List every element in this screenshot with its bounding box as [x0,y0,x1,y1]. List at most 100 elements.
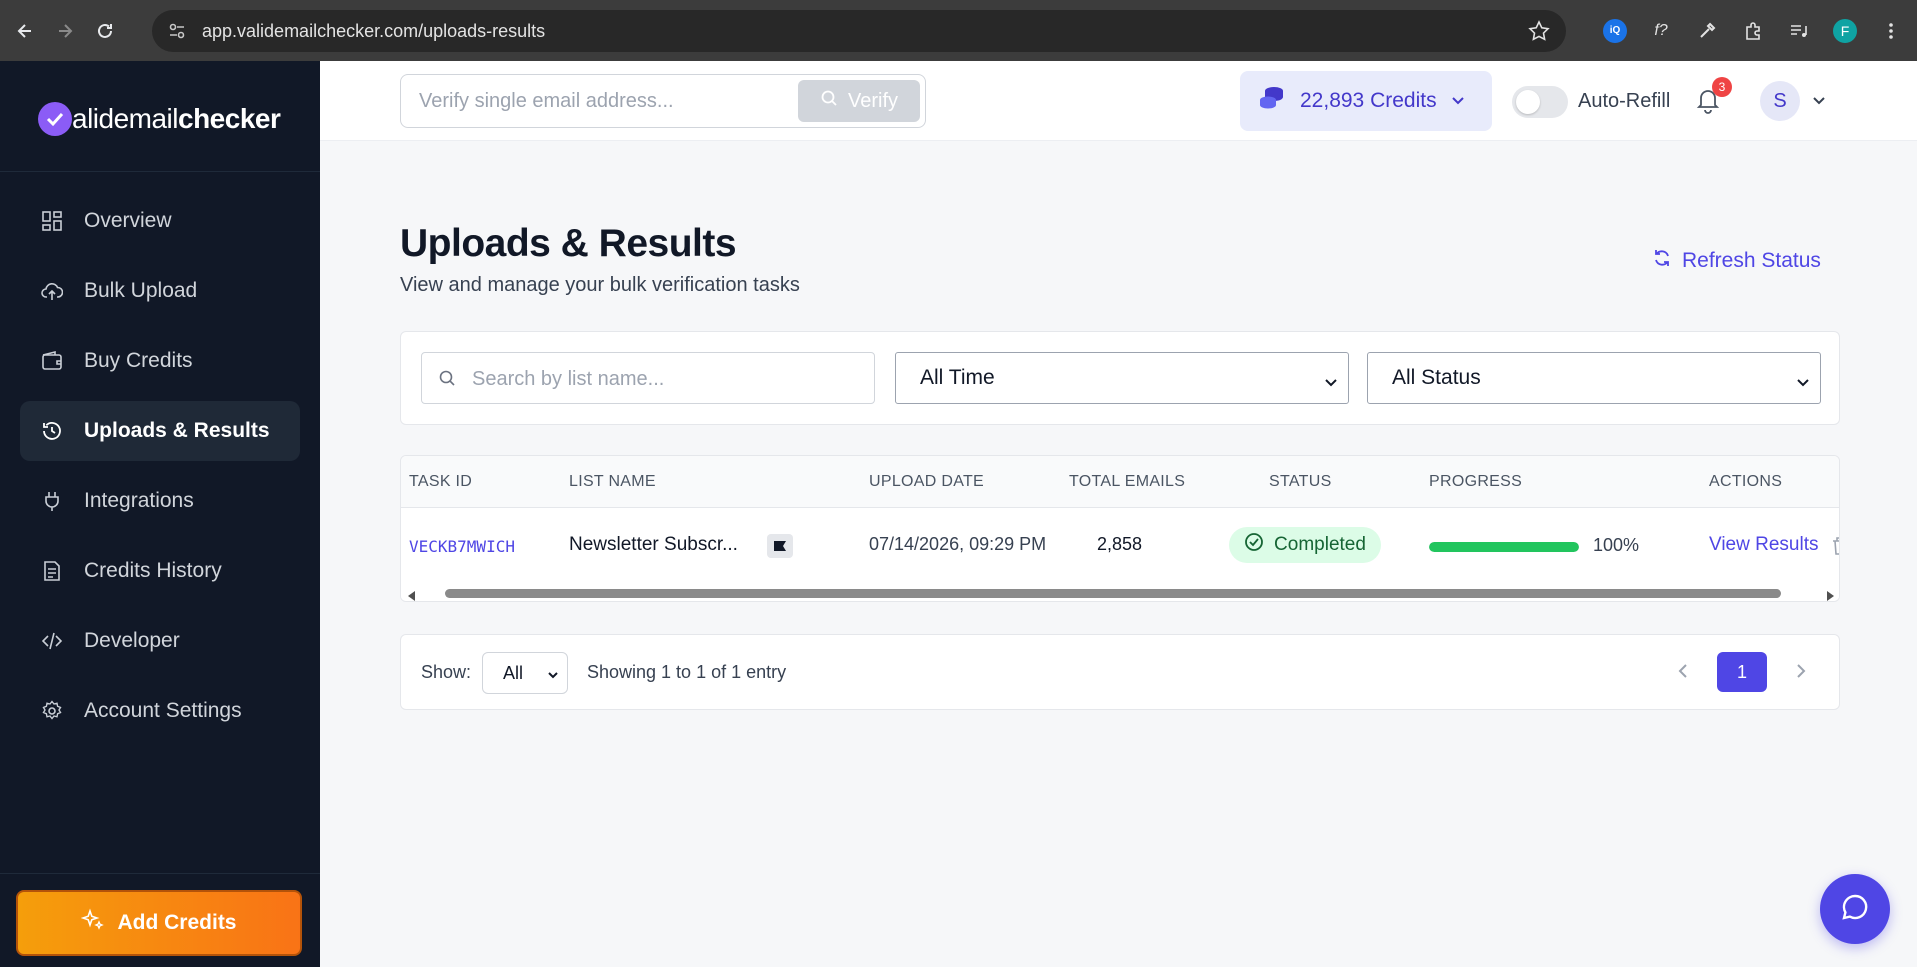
task-id-link[interactable]: VECKB7MWICH [409,537,515,556]
sidebar-item-credits-history[interactable]: Credits History [20,541,300,601]
filters-bar: All Time All Status [400,331,1840,425]
auto-refill-toggle[interactable] [1512,86,1568,118]
extensions-puzzle-icon[interactable] [1741,19,1765,43]
column-header-task-id[interactable]: TASK ID [409,473,472,491]
code-icon [40,629,64,653]
scroll-left-icon[interactable] [407,588,417,601]
scroll-right-icon[interactable] [1825,588,1835,601]
sidebar-item-integrations[interactable]: Integrations [20,471,300,531]
column-header-upload-date[interactable]: UPLOAD DATE [869,473,984,491]
top-header: Verify 22,893 Credits Auto-Refill 3 S [320,61,1917,141]
column-header-total-emails[interactable]: TOTAL EMAILS [1069,473,1185,491]
sparkle-icon [81,908,105,938]
chevron-down-icon [1324,371,1338,395]
page-title: Uploads & Results [400,222,737,265]
extension-q-icon[interactable]: iQ [1603,18,1627,43]
credits-dropdown[interactable]: 22,893 Credits [1240,71,1492,131]
sidebar-item-label: Account Settings [84,699,242,722]
view-results-link[interactable]: View Results [1709,534,1818,556]
column-header-status[interactable]: STATUS [1269,473,1332,491]
status-filter-select[interactable]: All Status [1367,352,1821,404]
table-row: VECKB7MWICH Newsletter Subscr... 07/14/2… [401,508,1839,584]
bookmark-star-icon[interactable] [1528,20,1550,47]
forward-icon[interactable] [50,16,80,46]
sidebar-item-bulk-upload[interactable]: Bulk Upload [20,261,300,321]
verify-button-label: Verify [847,89,899,112]
sidebar-item-account-settings[interactable]: Account Settings [20,681,300,741]
page-size-select[interactable]: All [482,652,568,694]
verify-email-input[interactable] [419,85,779,117]
receipt-icon [40,559,64,583]
sidebar-item-label: Buy Credits [84,349,193,372]
progress-bar [1429,542,1579,552]
media-controls-icon[interactable] [1787,19,1811,43]
page-number-button[interactable]: 1 [1717,652,1767,692]
address-bar[interactable]: app.validemailchecker.com/uploads-result… [152,10,1566,52]
status-badge: Completed [1229,527,1381,563]
pagination-bar: Show: All Showing 1 to 1 of 1 entry 1 [400,634,1840,710]
refresh-status-button[interactable]: Refresh Status [1652,248,1821,274]
column-header-progress[interactable]: PROGRESS [1429,473,1522,491]
eyedropper-icon[interactable] [1695,19,1719,43]
add-credits-button[interactable]: Add Credits [16,890,302,956]
brand-logo[interactable]: alidemail checker [38,99,281,139]
toggle-knob [1516,90,1540,114]
chevron-down-icon[interactable] [1812,93,1826,112]
wallet-icon [40,349,64,373]
reload-icon[interactable] [90,16,120,46]
sidebar-item-label: Credits History [84,559,222,582]
verify-email-form: Verify [400,74,926,128]
sidebar-item-label: Bulk Upload [84,279,198,302]
gear-icon [40,699,64,723]
sidebar-item-overview[interactable]: Overview [20,191,300,251]
chevron-right-icon[interactable] [1791,661,1811,686]
sidebar-item-developer[interactable]: Developer [20,611,300,671]
progress-percent: 100% [1593,535,1640,555]
refresh-status-label: Refresh Status [1682,249,1821,272]
plug-icon [40,489,64,513]
upload-date: 07/14/2026, 09:29 PM [869,534,1047,554]
notification-badge: 3 [1712,77,1732,97]
column-header-list-name[interactable]: LIST NAME [569,473,656,491]
page-size-value: All [503,662,524,683]
user-avatar[interactable]: S [1760,81,1800,121]
flag-icon[interactable] [767,534,793,558]
sidebar-nav: Overview Bulk Upload Buy Credits Uploads… [20,191,300,751]
logo-check-icon [38,102,72,136]
sidebar-item-uploads-results[interactable]: Uploads & Results [20,401,300,461]
extension-fx-icon[interactable]: f? [1649,19,1673,43]
sidebar-divider [0,171,320,172]
chevron-left-icon[interactable] [1673,661,1693,686]
cloud-upload-icon [40,279,64,303]
history-icon [40,419,64,443]
chevron-down-icon [1796,371,1810,395]
trash-icon[interactable] [1831,536,1839,561]
scrollbar-thumb[interactable] [445,589,1781,598]
back-icon[interactable] [10,16,40,46]
sidebar-item-buy-credits[interactable]: Buy Credits [20,331,300,391]
uploads-table: TASK ID LIST NAME UPLOAD DATE TOTAL EMAI… [400,455,1840,602]
auto-refill-label: Auto-Refill [1578,90,1671,112]
time-filter-select[interactable]: All Time [895,352,1349,404]
horizontal-scrollbar[interactable] [401,584,1839,601]
search-icon [820,89,838,113]
chevron-down-icon [547,665,559,686]
coins-icon [1258,85,1286,117]
site-settings-icon[interactable] [168,22,186,40]
browser-toolbar: app.validemailchecker.com/uploads-result… [0,0,1917,61]
status-filter-value: All Status [1392,366,1481,389]
column-header-actions: ACTIONS [1709,473,1783,490]
credits-balance: 22,893 Credits [1300,89,1437,112]
sidebar-item-label: Uploads & Results [84,419,270,442]
list-search [421,352,875,404]
table-header: TASK ID LIST NAME UPLOAD DATE TOTAL EMAI… [401,456,1839,508]
list-name: Newsletter Subscr... [569,534,738,555]
verify-button[interactable]: Verify [798,80,920,122]
sidebar-item-label: Developer [84,629,180,652]
profile-avatar[interactable]: F [1833,18,1857,43]
url-text: app.validemailchecker.com/uploads-result… [202,20,546,41]
search-icon [438,369,456,392]
chat-support-button[interactable] [1820,874,1890,944]
search-input[interactable] [472,363,852,395]
browser-menu-icon[interactable] [1879,19,1903,43]
